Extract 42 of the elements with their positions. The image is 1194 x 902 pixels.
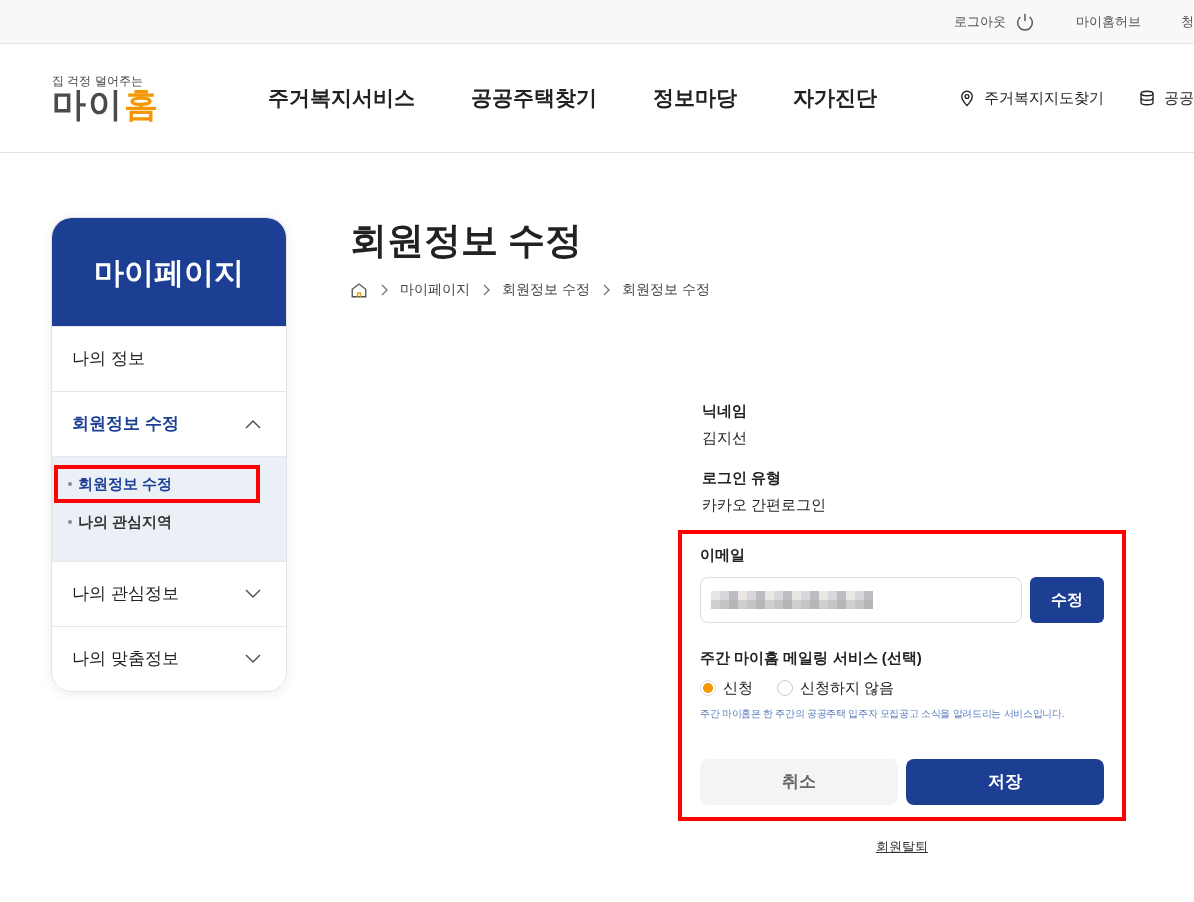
field-value: 카카오 간편로그인 xyxy=(702,494,828,515)
nav-menu-item[interactable]: 정보마당 xyxy=(653,82,737,114)
database-icon xyxy=(1138,89,1156,107)
field-label: 이메일 xyxy=(700,545,746,565)
chevron-up-icon xyxy=(245,419,261,429)
sidebar-item[interactable]: 나의 관심정보 xyxy=(52,562,286,626)
sidebar-item[interactable]: 나의 정보 xyxy=(52,327,286,391)
field-label: 로그인 유형 xyxy=(702,468,783,488)
chevron-down-icon xyxy=(245,654,261,664)
top-link[interactable]: 마이홈허브 xyxy=(1076,11,1141,32)
chevron-right-icon xyxy=(482,283,490,296)
cancel-button[interactable]: 취소 xyxy=(700,758,898,805)
submenu-item[interactable]: 나의 관심지역 xyxy=(58,507,256,537)
radio-option[interactable]: 신청 xyxy=(700,677,753,700)
sidebar-item[interactable]: 나의 맞춤정보 xyxy=(52,627,286,691)
edit-email-button[interactable]: 수정 xyxy=(1030,576,1104,623)
breadcrumb-link[interactable]: 회원정보 수정 xyxy=(502,279,590,300)
hint-text: 주간 마이홈은 한 주간의 공공주택 입주자 모집공고 소식을 알려드리는 서비스입니다. xyxy=(700,706,1066,721)
email-field[interactable] xyxy=(700,576,1022,623)
logo[interactable]: 집 걱정 덜어주는 마이 홈 xyxy=(52,75,202,121)
chevron-down-icon xyxy=(245,589,261,599)
quick-link[interactable]: 공공 xyxy=(1138,86,1194,110)
chevron-right-icon xyxy=(601,283,610,296)
breadcrumb-link[interactable]: 회원정보 수정 xyxy=(621,279,710,300)
sidebar-item[interactable]: 회원정보 수정 xyxy=(52,392,286,456)
radio-option[interactable]: 신청하지 않음 xyxy=(777,677,895,700)
withdraw-link[interactable]: 회원탈퇴 xyxy=(876,836,928,856)
save-button[interactable]: 저장 xyxy=(906,758,1104,805)
quick-link[interactable]: 주거복지지도찾기 xyxy=(958,86,1104,110)
location-pin-icon xyxy=(958,88,976,108)
field-label: 주간 마이홈 메일링 서비스 (선택) xyxy=(700,647,923,668)
sidebar-header: 마이페이지 xyxy=(52,218,286,326)
breadcrumb-link[interactable]: 마이페이지 xyxy=(400,279,470,300)
nav-menu-item[interactable]: 주거복지서비스 xyxy=(268,82,415,114)
field-value: 김지선 xyxy=(702,427,748,448)
chevron-right-icon xyxy=(380,283,388,296)
nav-menu-item[interactable]: 자가진단 xyxy=(793,82,877,114)
nav-menu-item[interactable]: 공공주택찾기 xyxy=(471,82,597,114)
page-title: 회원정보 수정 xyxy=(350,219,584,263)
field-label: 닉네임 xyxy=(702,401,748,421)
logout-link[interactable]: 로그아웃 xyxy=(954,10,1036,33)
top-link[interactable]: 청 xyxy=(1181,11,1194,32)
